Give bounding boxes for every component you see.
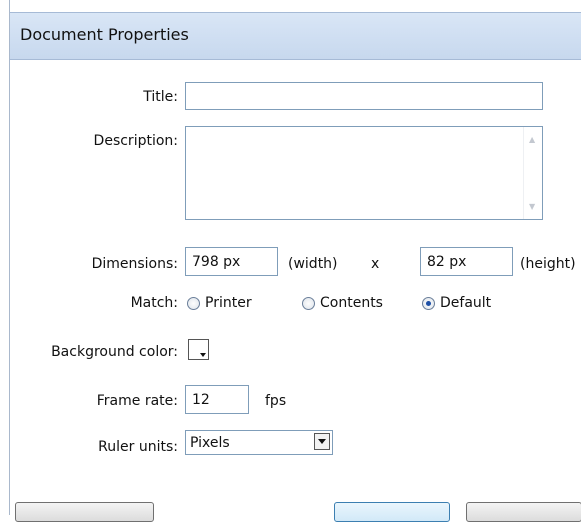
match-label: Match: bbox=[130, 295, 178, 311]
dropdown-arrow-icon[interactable] bbox=[314, 433, 330, 450]
description-textarea[interactable]: ▲ ▼ bbox=[185, 126, 543, 220]
background-color-swatch[interactable] bbox=[188, 339, 209, 360]
ruler-units-label: Ruler units: bbox=[98, 439, 178, 455]
background-color-label: Background color: bbox=[51, 344, 178, 360]
description-scrollbar[interactable]: ▲ ▼ bbox=[523, 127, 542, 219]
title-label: Title: bbox=[143, 89, 178, 105]
match-default-label[interactable]: Default bbox=[440, 295, 491, 311]
frame-rate-label: Frame rate: bbox=[96, 393, 178, 409]
frame-rate-input[interactable] bbox=[185, 385, 249, 414]
match-default-radio[interactable] bbox=[422, 297, 435, 310]
height-unit-label: (height) bbox=[520, 256, 576, 272]
cancel-button[interactable] bbox=[466, 502, 581, 522]
ruler-units-value: Pixels bbox=[190, 435, 230, 451]
title-input[interactable] bbox=[185, 82, 543, 110]
dialog-title: Document Properties bbox=[20, 25, 189, 44]
dimensions-label: Dimensions: bbox=[91, 256, 178, 272]
dialog-titlebar: Document Properties bbox=[10, 12, 581, 60]
height-input[interactable] bbox=[420, 247, 513, 276]
description-label: Description: bbox=[93, 133, 178, 149]
times-label: x bbox=[371, 256, 380, 272]
match-contents-radio[interactable] bbox=[302, 297, 315, 310]
match-printer-radio[interactable] bbox=[187, 297, 200, 310]
scroll-down-arrow-icon[interactable]: ▼ bbox=[529, 202, 535, 211]
width-input[interactable] bbox=[185, 247, 278, 276]
scroll-up-arrow-icon[interactable]: ▲ bbox=[529, 135, 535, 144]
dropdown-arrow-icon bbox=[200, 353, 206, 357]
match-contents-label[interactable]: Contents bbox=[320, 295, 383, 311]
width-unit-label: (width) bbox=[288, 256, 338, 272]
ruler-units-select[interactable]: Pixels bbox=[185, 430, 333, 455]
match-printer-label[interactable]: Printer bbox=[205, 295, 252, 311]
document-properties-dialog: Document Properties Title: Description: … bbox=[9, 0, 581, 522]
dialog-button-left[interactable] bbox=[15, 502, 154, 522]
ok-button[interactable] bbox=[334, 502, 450, 522]
fps-label: fps bbox=[265, 393, 287, 409]
